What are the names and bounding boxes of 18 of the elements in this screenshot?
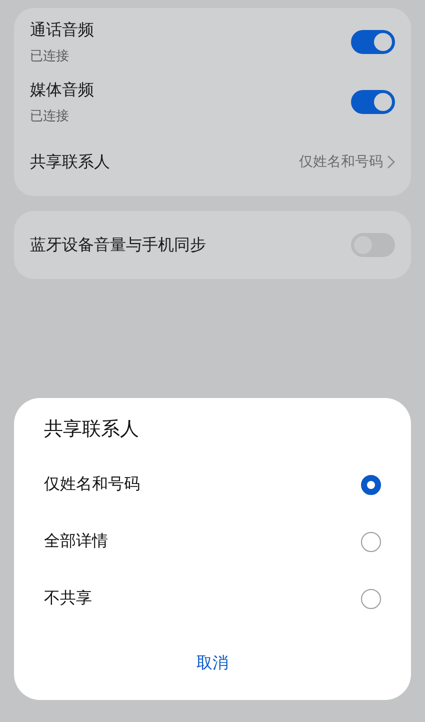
chevron-right-icon — [387, 155, 395, 169]
toggle-switch[interactable] — [351, 30, 395, 54]
radio-button[interactable] — [361, 532, 381, 552]
option-label: 不共享 — [44, 588, 92, 609]
setting-title: 媒体音频 — [30, 80, 94, 100]
setting-title: 通话音频 — [30, 20, 94, 40]
setting-value: 仅姓名和号码 — [299, 153, 383, 171]
option-label: 全部详情 — [44, 531, 108, 552]
setting-title: 共享联系人 — [30, 152, 110, 172]
setting-title: 蓝牙设备音量与手机同步 — [30, 234, 206, 256]
cancel-button[interactable]: 取消 — [184, 645, 240, 682]
radio-button[interactable] — [361, 588, 381, 608]
toggle-switch[interactable] — [351, 90, 395, 114]
setting-status: 已连接 — [30, 108, 70, 124]
radio-button[interactable] — [361, 474, 381, 494]
sheet-title: 共享联系人 — [44, 417, 140, 442]
option-label: 仅姓名和号码 — [44, 474, 140, 495]
setting-status: 已连接 — [30, 48, 70, 64]
